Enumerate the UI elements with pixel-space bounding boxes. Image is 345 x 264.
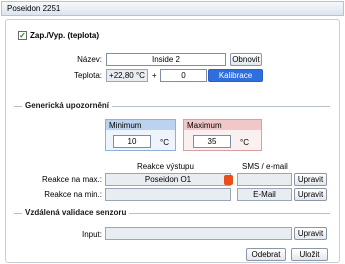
reaction-min-label: Reakce na min.:	[44, 190, 102, 199]
temperature-reading: +22,80 °C	[106, 69, 148, 82]
name-input[interactable]: Inside 2	[106, 53, 226, 66]
plus-sign: +	[152, 71, 157, 80]
temperature-label: Teplota:	[73, 71, 102, 80]
validation-input	[105, 227, 292, 240]
remote-validation-title: Vzdálená validace senzoru	[22, 208, 130, 217]
remove-button[interactable]: Odebrat	[246, 248, 286, 261]
alert-icon	[224, 175, 233, 185]
window-title: Poseidon 2251	[1, 1, 344, 16]
minimum-unit: °C	[160, 138, 169, 147]
generic-alerts-title: Generická upozornění	[22, 101, 113, 110]
calibrate-button[interactable]: Kalibrace	[208, 69, 263, 82]
save-button[interactable]: Uložit	[291, 248, 328, 261]
enable-label: Zap./Vyp. (teplota)	[30, 31, 100, 40]
reaction-min-output	[105, 188, 231, 201]
minimum-input[interactable]: 10	[113, 135, 151, 148]
minimum-label: Minimum	[109, 121, 142, 130]
offset-input[interactable]: 0	[160, 69, 207, 82]
refresh-button[interactable]: Obnovit	[230, 53, 262, 66]
enable-checkbox[interactable]: ✓	[18, 31, 27, 40]
output-column-header: Reakce výstupu	[137, 162, 194, 171]
maximum-label: Maximum	[187, 121, 222, 130]
sms-column-header: SMS / e-mail	[242, 162, 288, 171]
reaction-min-edit-button[interactable]: Upravit	[294, 188, 327, 201]
reaction-max-label: Reakce na max.:	[41, 175, 102, 184]
maximum-unit: °C	[240, 138, 249, 147]
validation-edit-button[interactable]: Upravit	[294, 227, 327, 240]
input-label: Input:	[81, 230, 102, 239]
maximum-input[interactable]: 35	[193, 135, 231, 148]
reaction-max-output: Poseidon O1	[105, 173, 231, 186]
name-label: Název:	[77, 55, 102, 64]
reaction-max-edit-button[interactable]: Upravit	[294, 173, 327, 186]
reaction-min-sms: E-Mail	[237, 188, 292, 201]
reaction-max-sms	[237, 173, 292, 186]
